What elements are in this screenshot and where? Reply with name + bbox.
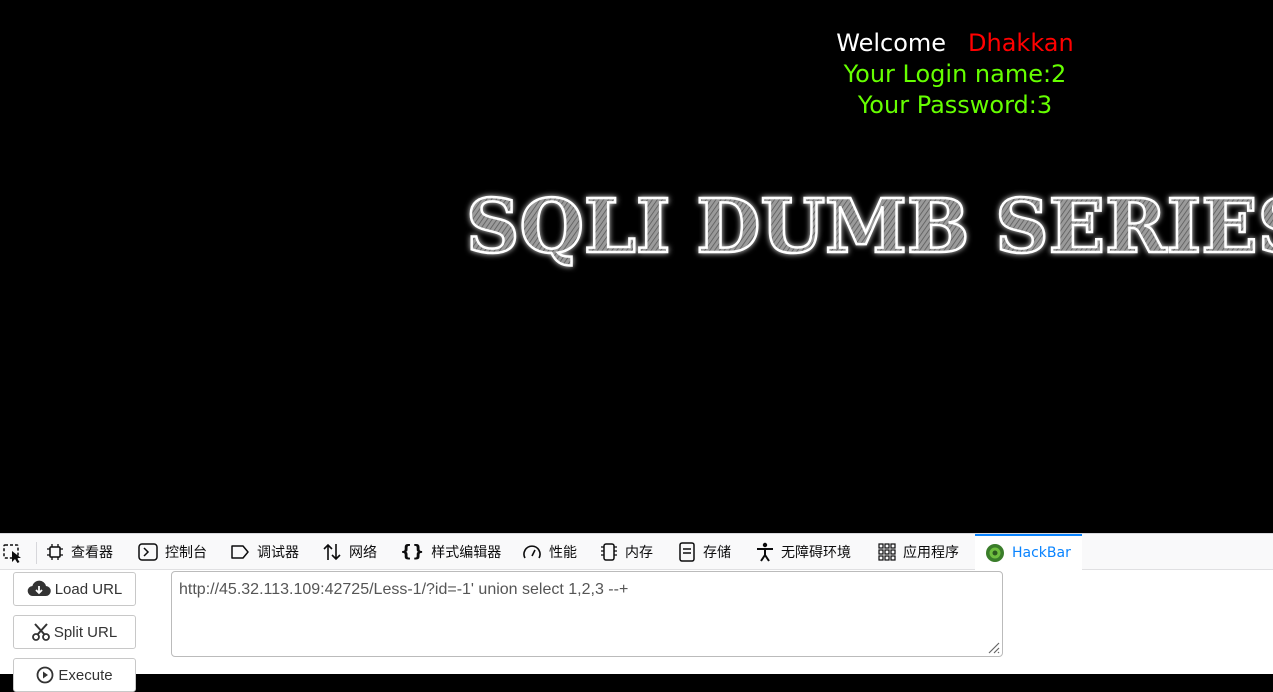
tab-label: 应用程序 [903,545,959,561]
tab-performance[interactable]: 性能 [522,534,577,570]
tab-console[interactable]: 控制台 [138,534,207,570]
load-url-button[interactable]: Load URL [13,572,136,606]
network-icon [323,543,341,561]
tab-application[interactable]: 应用程序 [878,534,959,570]
tab-label: 内存 [625,545,653,561]
tab-label: 调试器 [257,545,299,561]
style-editor-icon: {} [400,542,425,562]
tab-label: 控制台 [165,545,207,561]
password-line: Your Password:3 [857,91,1053,119]
execute-button[interactable]: Execute [13,658,136,692]
tab-label: HackBar [1012,545,1071,561]
cloud-download-icon [27,580,51,597]
welcome-line: Welcome Dhakkan [820,28,1090,59]
url-value: http://45.32.113.109:42725/Less-1/?id=-1… [179,581,629,598]
play-circle-icon [36,666,54,684]
scissors-icon [31,623,50,641]
tab-network[interactable]: 网络 [322,534,377,570]
tab-label: 存储 [703,545,731,561]
devtools-tabbar: 查看器 控制台 调试器 网络 {} 样式编辑器 性能 内存 存储 无障碍环境 应… [0,533,1273,570]
page-viewport: Welcome Dhakkan Your Login name:2 Your Pa… [0,0,1273,533]
tab-style-editor[interactable]: {} 样式编辑器 [400,534,501,570]
tab-label: 网络 [349,545,377,561]
debugger-icon [231,545,249,559]
banner-text: SQLI DUMB SERIES [466,184,1273,270]
user-name: Dhakkan [968,29,1074,57]
element-picker-icon[interactable] [3,543,25,563]
memory-icon [601,543,617,561]
tab-inspector[interactable]: 查看器 [46,534,113,570]
split-url-label: Split URL [53,623,118,641]
load-url-label: Load URL [54,580,123,598]
application-icon [878,543,896,561]
tab-label: 性能 [549,545,577,561]
accessibility-icon [757,542,773,562]
url-textarea[interactable]: http://45.32.113.109:42725/Less-1/?id=-1… [171,571,1003,657]
inspector-icon [47,544,63,560]
welcome-block: Welcome Dhakkan Your Login name:2 Your Pa… [820,28,1090,121]
hackbar-icon [986,544,1004,562]
tab-label: 查看器 [71,545,113,561]
tabbar-separator [36,542,37,564]
resize-grip-icon[interactable] [986,640,1000,654]
welcome-label: Welcome [836,29,947,57]
tab-debugger[interactable]: 调试器 [230,534,299,570]
tab-label: 样式编辑器 [431,545,502,561]
tab-accessibility[interactable]: 无障碍环境 [756,534,851,570]
execute-label: Execute [58,666,113,684]
login-name-line: Your Login name:2 [843,60,1067,88]
tab-storage[interactable]: 存储 [678,534,731,570]
sqli-banner-image: SQLI DUMB SERIES [465,183,1273,272]
storage-icon [679,542,695,562]
console-icon [138,543,158,561]
devtools-panel: 查看器 控制台 调试器 网络 {} 样式编辑器 性能 内存 存储 无障碍环境 应… [0,533,1273,692]
tab-hackbar[interactable]: HackBar [975,534,1082,570]
tab-label: 无障碍环境 [781,545,851,561]
tab-memory[interactable]: 内存 [600,534,653,570]
split-url-button[interactable]: Split URL [13,615,136,649]
performance-icon [523,545,541,559]
